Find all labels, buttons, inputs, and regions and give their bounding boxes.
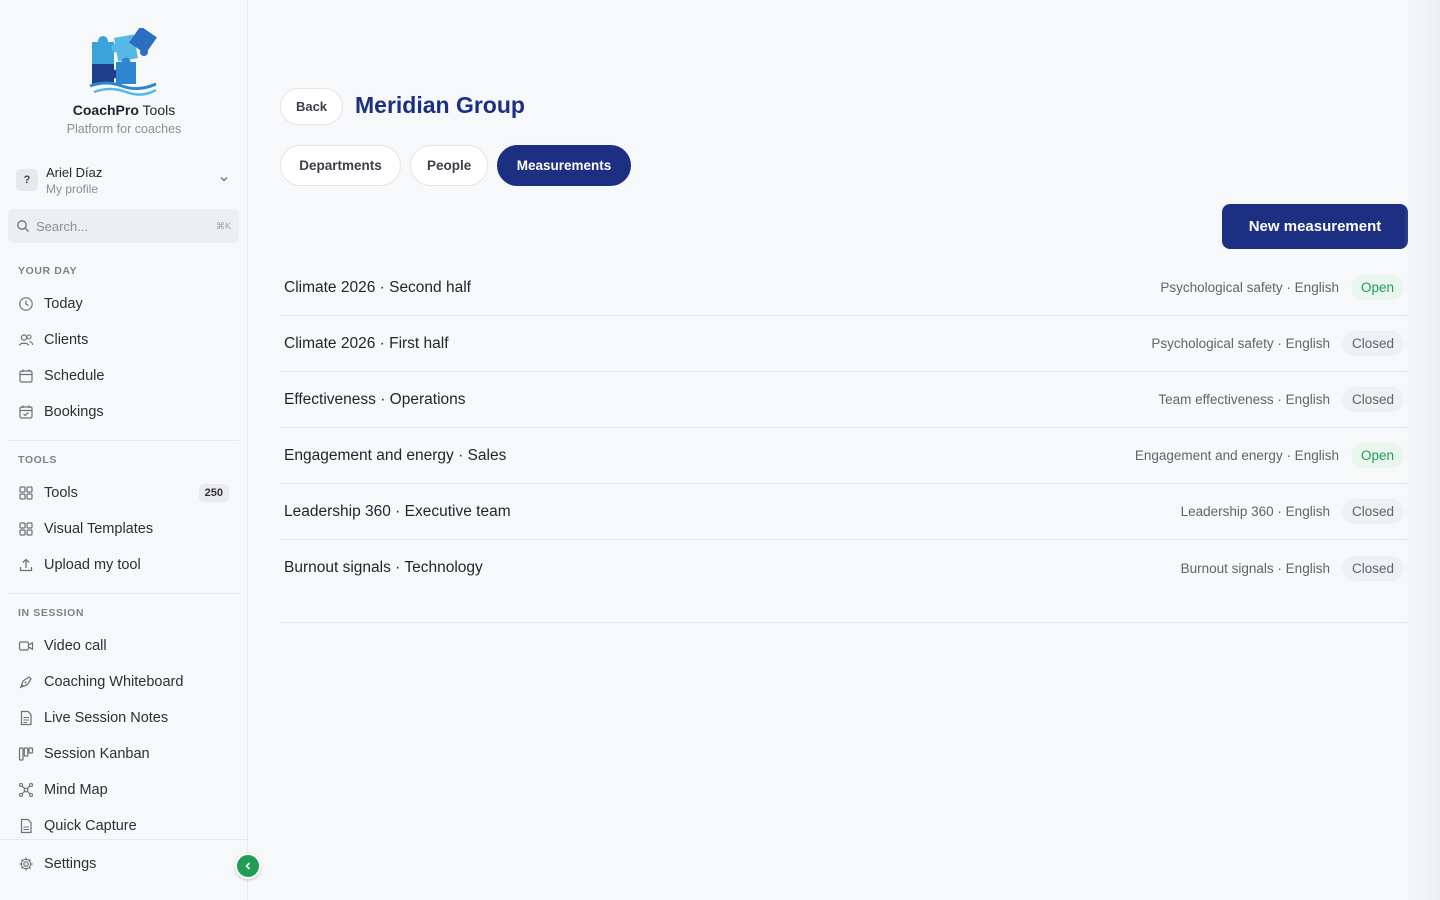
calendar-check-icon — [19, 405, 33, 419]
list-item[interactable]: Burnout signals · Technology Burnout sig… — [280, 540, 1408, 596]
upload-icon — [19, 558, 33, 572]
grid-icon — [19, 486, 33, 500]
profile-switcher[interactable]: ? Ariel Díaz My profile — [8, 158, 240, 202]
sidebar-footer: Settings — [0, 839, 248, 900]
file-text-icon — [20, 710, 32, 726]
page-title: Meridian Group — [355, 92, 525, 118]
tools-count-badge: 250 — [198, 484, 229, 502]
video-icon — [18, 641, 34, 651]
list-divider — [280, 622, 1408, 623]
search-icon — [17, 220, 29, 232]
users-icon — [18, 334, 34, 346]
clock-icon — [19, 297, 33, 311]
nav-notes[interactable]: Live Session Notes — [8, 702, 239, 734]
measurement-meta: Team effectiveness · English — [1158, 392, 1330, 407]
status-badge: Closed — [1341, 555, 1404, 581]
nav-mind-map[interactable]: Mind Map — [8, 774, 239, 806]
search-box[interactable]: ⌘K — [8, 209, 239, 243]
list-item[interactable]: Climate 2026 · Second half Psychological… — [280, 260, 1408, 316]
file-icon — [20, 818, 32, 834]
list-item[interactable]: Leadership 360 · Executive team Leadersh… — [280, 484, 1408, 540]
brand: CoachPro Tools Platform for coaches — [0, 28, 248, 136]
measurement-title: Leadership 360 · Executive team — [284, 502, 511, 520]
measurement-meta: Leadership 360 · English — [1180, 504, 1330, 519]
edge-shadow — [1404, 0, 1440, 900]
measurement-meta: Psychological safety · English — [1160, 280, 1339, 295]
nav-visual-templates[interactable]: Visual Templates — [8, 513, 239, 545]
new-measurement-button[interactable]: New measurement — [1222, 204, 1408, 249]
layout-grid-icon — [19, 522, 33, 536]
tab-measurements[interactable]: Measurements — [497, 145, 631, 186]
nav-upload-tool[interactable]: Upload my tool — [8, 549, 239, 581]
tab-bar: Departments People Measurements — [280, 145, 631, 186]
nav-bookings[interactable]: Bookings — [8, 396, 239, 428]
puzzle-logo-icon — [89, 28, 157, 96]
nav-video-call[interactable]: Video call — [8, 630, 239, 662]
tab-departments[interactable]: Departments — [280, 145, 401, 186]
section-your-day: YOUR DAY — [18, 265, 78, 277]
section-tools: TOOLS — [18, 454, 57, 466]
status-badge: Closed — [1341, 387, 1404, 412]
collapse-sidebar-button[interactable] — [235, 853, 261, 879]
list-item[interactable]: Effectiveness · Operations Team effectiv… — [280, 372, 1408, 428]
gear-icon — [19, 857, 33, 871]
avatar: ? — [16, 169, 38, 191]
calendar-icon — [19, 369, 33, 383]
measurement-title: Burnout signals · Technology — [284, 559, 483, 576]
nav-today[interactable]: Today — [8, 288, 239, 320]
search-shortcut: ⌘K — [215, 220, 231, 231]
back-button[interactable]: Back — [280, 88, 343, 125]
sidebar: CoachPro Tools Platform for coaches ? Ar… — [0, 0, 248, 900]
measurement-list: Climate 2026 · Second half Psychological… — [280, 260, 1408, 623]
nav-whiteboard[interactable]: Coaching Whiteboard — [8, 666, 239, 698]
measurement-meta: Psychological safety · English — [1151, 336, 1330, 351]
status-badge: Open — [1350, 443, 1404, 468]
brand-name: CoachPro Tools — [72, 102, 176, 118]
nav-clients[interactable]: Clients — [8, 324, 239, 356]
status-badge: Closed — [1341, 331, 1404, 356]
nav-schedule[interactable]: Schedule — [8, 360, 239, 392]
kanban-icon — [18, 747, 34, 761]
section-in-session: IN SESSION — [18, 607, 85, 619]
profile-name: Ariel Díaz — [46, 164, 103, 180]
sidebar-divider — [8, 593, 239, 594]
pen-tool-icon — [19, 676, 32, 689]
status-badge: Closed — [1341, 499, 1404, 524]
measurement-title: Effectiveness · Operations — [284, 390, 466, 408]
nav-kanban[interactable]: Session Kanban — [8, 738, 239, 770]
list-item[interactable]: Engagement and energy · Sales Engagement… — [280, 428, 1408, 484]
sidebar-divider — [8, 440, 239, 441]
tab-people[interactable]: People — [410, 145, 488, 186]
search-input[interactable] — [36, 218, 196, 234]
status-badge: Open — [1350, 275, 1404, 300]
measurement-title: Climate 2026 · First half — [284, 334, 449, 352]
list-item[interactable]: Climate 2026 · First half Psychological … — [280, 316, 1408, 372]
profile-subtitle: My profile — [46, 181, 99, 196]
nav-settings[interactable]: Settings — [8, 848, 239, 880]
chevron-left-icon — [245, 862, 251, 870]
measurement-meta: Burnout signals · English — [1180, 560, 1330, 576]
nav-quick-capture[interactable]: Quick Capture — [8, 810, 239, 842]
measurement-title: Engagement and energy · Sales — [284, 446, 507, 464]
measurement-meta: Engagement and energy · English — [1134, 448, 1339, 463]
measurement-title: Climate 2026 · Second half — [284, 278, 471, 296]
nav-tools[interactable]: Tools 250 — [8, 477, 239, 509]
brand-tagline: Platform for coaches — [66, 122, 182, 136]
chevron-down-icon — [220, 177, 228, 182]
network-icon — [18, 782, 34, 798]
